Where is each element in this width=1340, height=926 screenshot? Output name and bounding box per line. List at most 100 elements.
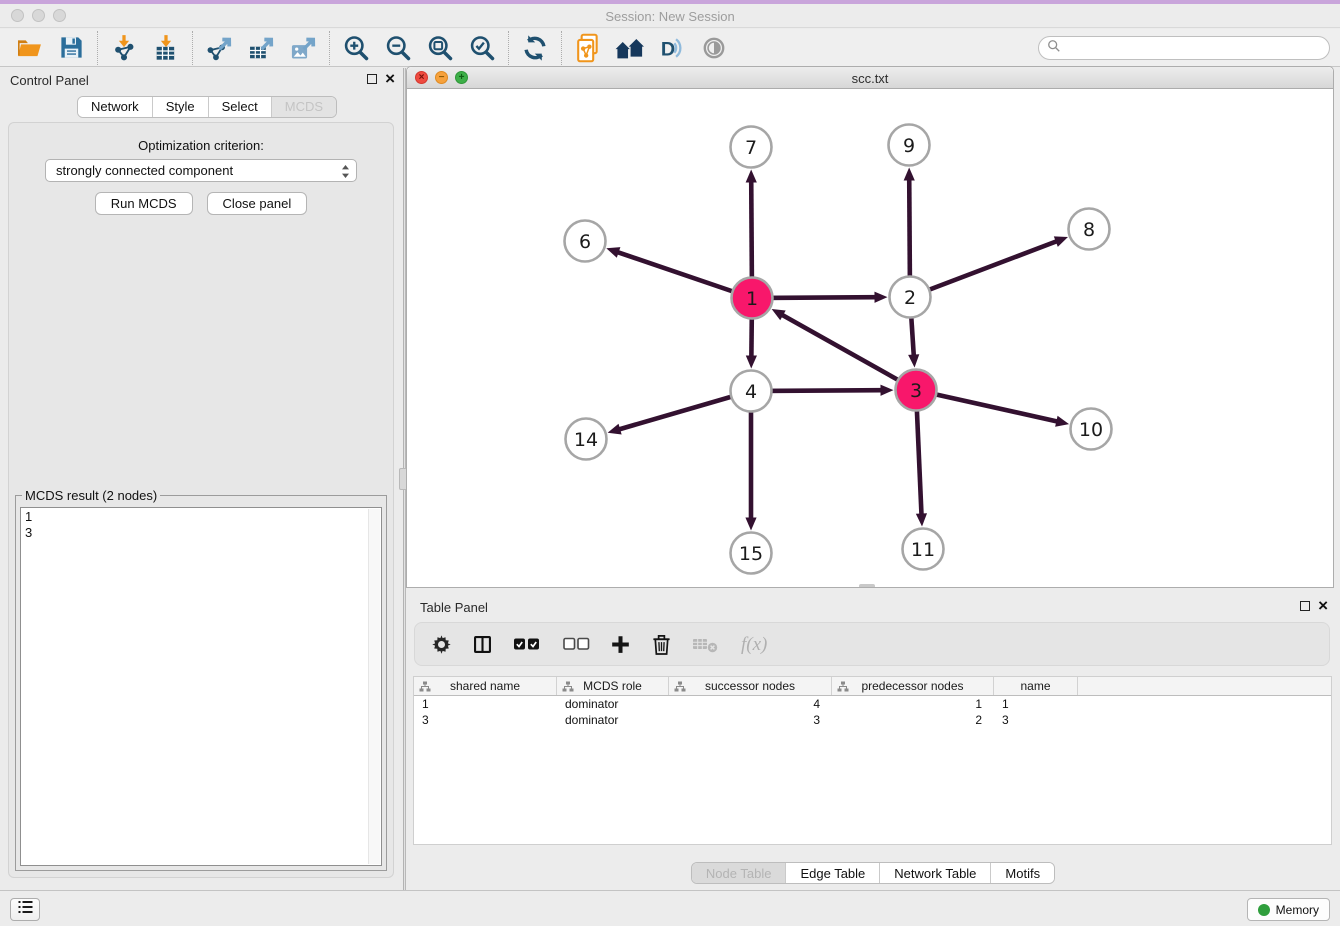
cyndex-icon[interactable]: D bbox=[651, 30, 693, 66]
table-cell[interactable]: 1 bbox=[414, 696, 557, 712]
tab-select[interactable]: Select bbox=[208, 97, 271, 117]
select-all-rows-icon[interactable] bbox=[513, 635, 543, 653]
svg-text:2: 2 bbox=[904, 287, 916, 309]
svg-text:6: 6 bbox=[579, 231, 591, 253]
ndex-home-icon[interactable] bbox=[609, 30, 651, 66]
table-cell[interactable]: 3 bbox=[994, 712, 1078, 728]
network-window-titlebar: × − + scc.txt bbox=[407, 67, 1333, 89]
criterion-select[interactable]: strongly connected component bbox=[45, 159, 357, 182]
svg-text:14: 14 bbox=[574, 429, 598, 451]
table-cell[interactable]: 1 bbox=[994, 696, 1078, 712]
svg-text:7: 7 bbox=[745, 137, 757, 159]
zoom-out-icon[interactable] bbox=[377, 30, 419, 66]
sort-hierarchy-icon bbox=[419, 681, 431, 695]
control-panel-tabs: NetworkStyleSelectMCDS bbox=[77, 96, 337, 118]
import-network-icon[interactable] bbox=[103, 30, 145, 66]
session-title: Session: New Session bbox=[0, 9, 1340, 24]
tab-network-table[interactable]: Network Table bbox=[879, 863, 990, 883]
node-4[interactable]: 4 bbox=[731, 371, 772, 412]
new-network-icon[interactable] bbox=[567, 30, 609, 66]
mac-titlebar: Session: New Session bbox=[0, 4, 1340, 28]
toolbar-separator bbox=[97, 31, 98, 65]
node-6[interactable]: 6 bbox=[565, 221, 606, 262]
function-builder-icon[interactable]: f(x) bbox=[739, 632, 775, 656]
node-10[interactable]: 10 bbox=[1071, 409, 1112, 450]
export-table-icon[interactable] bbox=[240, 30, 282, 66]
tab-edge-table[interactable]: Edge Table bbox=[785, 863, 879, 883]
delete-table-icon[interactable] bbox=[692, 635, 719, 653]
zoom-fit-icon[interactable] bbox=[419, 30, 461, 66]
memory-button[interactable]: Memory bbox=[1247, 898, 1330, 921]
node-11[interactable]: 11 bbox=[903, 529, 944, 570]
column-header[interactable]: predecessor nodes bbox=[832, 677, 994, 695]
table-cell[interactable]: 3 bbox=[414, 712, 557, 728]
node-3[interactable]: 3 bbox=[896, 370, 937, 411]
table-cell[interactable]: 3 bbox=[669, 712, 832, 728]
node-table-body: 1dominator4113dominator323 bbox=[414, 696, 1331, 728]
edge-3-10[interactable] bbox=[916, 390, 1069, 427]
column-header[interactable]: successor nodes bbox=[669, 677, 832, 695]
node-9[interactable]: 9 bbox=[889, 125, 930, 166]
table-float-panel-icon[interactable] bbox=[1300, 601, 1310, 611]
toolbar-separator bbox=[561, 31, 562, 65]
table-row[interactable]: 3dominator323 bbox=[414, 712, 1331, 728]
table-panel: Table Panel × f(x) shared nameMCDS roles… bbox=[406, 595, 1340, 890]
zoom-selected-icon[interactable] bbox=[461, 30, 503, 66]
delete-columns-icon[interactable] bbox=[651, 633, 672, 656]
mcds-result-title: MCDS result (2 nodes) bbox=[22, 488, 160, 503]
table-cell[interactable]: dominator bbox=[557, 696, 669, 712]
result-scrollbar[interactable] bbox=[368, 509, 380, 864]
table-cell[interactable]: 4 bbox=[669, 696, 832, 712]
optimization-criterion-label: Optimization criterion: bbox=[9, 138, 393, 153]
tab-network[interactable]: Network bbox=[78, 97, 152, 117]
float-panel-icon[interactable] bbox=[367, 74, 377, 84]
task-history-button[interactable] bbox=[10, 898, 40, 921]
node-14[interactable]: 14 bbox=[566, 419, 607, 460]
table-cell[interactable]: 1 bbox=[832, 696, 994, 712]
edge-1-6[interactable] bbox=[606, 247, 752, 298]
column-header[interactable]: shared name bbox=[414, 677, 557, 695]
deselect-all-rows-icon[interactable] bbox=[563, 636, 590, 652]
table-cell[interactable]: 2 bbox=[832, 712, 994, 728]
network-canvas[interactable]: 7 9 6 8 1 2 4 3 14 10 15 11 bbox=[407, 89, 1333, 587]
node-1[interactable]: 1 bbox=[732, 278, 773, 319]
tab-mcds[interactable]: MCDS bbox=[271, 97, 336, 117]
run-mcds-button[interactable]: Run MCDS bbox=[95, 192, 193, 215]
export-network-icon[interactable] bbox=[198, 30, 240, 66]
table-cell[interactable]: dominator bbox=[557, 712, 669, 728]
table-settings-icon[interactable] bbox=[431, 634, 452, 655]
node-15[interactable]: 15 bbox=[731, 533, 772, 574]
edge-3-1[interactable] bbox=[772, 309, 916, 390]
import-table-icon[interactable] bbox=[145, 30, 187, 66]
close-panel-button[interactable]: Close panel bbox=[207, 192, 308, 215]
node-8[interactable]: 8 bbox=[1069, 209, 1110, 250]
node-2[interactable]: 2 bbox=[890, 277, 931, 318]
node-7[interactable]: 7 bbox=[731, 127, 772, 168]
open-session-icon[interactable] bbox=[8, 30, 50, 66]
sort-hierarchy-icon bbox=[562, 681, 574, 695]
svg-text:1: 1 bbox=[746, 288, 758, 310]
apply-layout-icon[interactable] bbox=[514, 30, 556, 66]
svg-text:D: D bbox=[661, 38, 675, 60]
create-column-icon[interactable] bbox=[610, 634, 631, 655]
edge-4-14[interactable] bbox=[608, 391, 751, 434]
toolbar-separator bbox=[508, 31, 509, 65]
canvas-splitter-grip[interactable] bbox=[859, 584, 875, 587]
edge-2-8[interactable] bbox=[910, 236, 1068, 297]
save-session-icon[interactable] bbox=[50, 30, 92, 66]
node-table: shared nameMCDS rolesuccessor nodesprede… bbox=[413, 676, 1332, 845]
table-row[interactable]: 1dominator411 bbox=[414, 696, 1331, 712]
tab-style[interactable]: Style bbox=[152, 97, 208, 117]
tab-motifs[interactable]: Motifs bbox=[990, 863, 1054, 883]
tab-node-table[interactable]: Node Table bbox=[692, 863, 786, 883]
export-image-icon[interactable] bbox=[282, 30, 324, 66]
column-header[interactable]: name bbox=[994, 677, 1078, 695]
close-panel-icon[interactable]: × bbox=[385, 72, 395, 86]
mcds-result-text[interactable]: 1 3 bbox=[20, 507, 382, 866]
toggle-panes-icon[interactable] bbox=[472, 634, 493, 655]
column-header[interactable]: MCDS role bbox=[557, 677, 669, 695]
zoom-in-icon[interactable] bbox=[335, 30, 377, 66]
table-close-panel-icon[interactable]: × bbox=[1318, 599, 1328, 613]
search-input[interactable] bbox=[1061, 38, 1329, 58]
show-hide-panel-icon[interactable] bbox=[693, 30, 735, 66]
